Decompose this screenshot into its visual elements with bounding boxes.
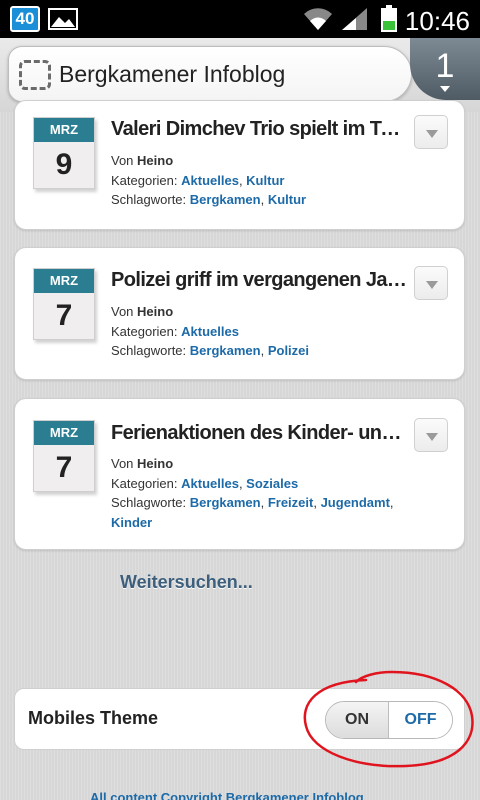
expand-button[interactable] <box>414 115 448 149</box>
tags-label: Schlagworte: <box>111 495 187 510</box>
url-bar[interactable]: Bergkamener Infoblog <box>8 46 412 102</box>
post-card[interactable]: MRZ 9 Valeri Dimchev Trio spielt im Tra.… <box>14 100 465 230</box>
mobile-theme-switch[interactable]: ON OFF <box>325 701 453 739</box>
clock: 10:46 <box>404 6 470 36</box>
post-meta: Von Heino Kategorien: Aktuelles, Soziale… <box>111 456 394 530</box>
mobile-theme-label: Mobiles Theme <box>28 708 159 728</box>
load-more-link[interactable]: Weitersuchen... <box>120 572 253 593</box>
battery-icon <box>381 5 397 32</box>
gallery-icon <box>48 8 78 30</box>
tag-link[interactable]: Bergkamen <box>190 343 261 358</box>
date-calendar-icon: MRZ 7 <box>33 420 95 492</box>
category-link[interactable]: Kultur <box>246 173 284 188</box>
category-link[interactable]: Aktuelles <box>181 324 239 339</box>
tag-link[interactable]: Jugendamt <box>321 495 390 510</box>
post-card[interactable]: MRZ 7 Ferienaktionen des Kinder- und ...… <box>14 398 465 550</box>
categories-label: Kategorien: <box>111 475 178 491</box>
post-author: Heino <box>137 456 174 471</box>
date-day: 9 <box>55 148 73 181</box>
tag-link[interactable]: Bergkamen <box>190 495 261 510</box>
post-author: Heino <box>137 304 174 319</box>
post-author: Heino <box>137 153 174 168</box>
tag-link[interactable]: Freizeit <box>268 495 314 510</box>
author-label: Von <box>111 456 134 471</box>
post-title[interactable]: Valeri Dimchev Trio spielt im Tra... <box>111 118 407 141</box>
status-bar: 40 10:46 <box>0 0 480 38</box>
post-title[interactable]: Ferienaktionen des Kinder- und ... <box>111 422 407 445</box>
switch-on-option[interactable]: ON <box>326 702 390 738</box>
notification-badge: 40 <box>10 6 40 32</box>
chevron-down-icon <box>440 86 450 92</box>
date-month: MRZ <box>34 269 94 293</box>
categories-label: Kategorien: <box>111 172 178 188</box>
date-month: MRZ <box>34 421 94 445</box>
tab-count: 1 <box>435 47 455 85</box>
categories-label: Kategorien: <box>111 323 178 339</box>
tag-link[interactable]: Kultur <box>268 192 306 207</box>
date-calendar-icon: MRZ 9 <box>33 117 95 189</box>
tag-link[interactable]: Kinder <box>111 515 152 530</box>
tags-label: Schlagworte: <box>111 343 187 358</box>
footer-copyright-link[interactable]: All content Copyright Bergkamener Infobl… <box>90 790 364 800</box>
expand-button[interactable] <box>414 266 448 300</box>
category-link[interactable]: Aktuelles <box>181 173 239 188</box>
category-link[interactable]: Aktuelles <box>181 476 239 491</box>
signal-icon <box>342 8 367 30</box>
post-meta: Von Heino Kategorien: Aktuelles Schlagwo… <box>111 304 310 358</box>
author-label: Von <box>111 304 134 319</box>
date-day: 7 <box>55 451 73 484</box>
post-meta: Von Heino Kategorien: Aktuelles, Kultur … <box>111 153 307 207</box>
tabs-button[interactable]: 1 <box>410 38 480 100</box>
category-link[interactable]: Soziales <box>246 476 298 491</box>
mobile-theme-setting: Mobiles Theme ON OFF <box>14 688 465 750</box>
tag-link[interactable]: Polizei <box>268 343 309 358</box>
favicon-icon <box>19 60 51 90</box>
tag-link[interactable]: Bergkamen <box>190 192 261 207</box>
expand-button[interactable] <box>414 418 448 452</box>
switch-off-option[interactable]: OFF <box>389 702 452 738</box>
page-title: Bergkamener Infoblog <box>59 61 286 87</box>
date-month: MRZ <box>34 118 94 142</box>
author-label: Von <box>111 153 134 168</box>
date-day: 7 <box>55 299 73 332</box>
date-calendar-icon: MRZ 7 <box>33 268 95 340</box>
tags-label: Schlagworte: <box>111 192 187 207</box>
post-card[interactable]: MRZ 7 Polizei griff im vergangenen Jah..… <box>14 247 465 380</box>
post-title[interactable]: Polizei griff im vergangenen Jah... <box>111 269 407 292</box>
wifi-icon <box>304 8 332 30</box>
